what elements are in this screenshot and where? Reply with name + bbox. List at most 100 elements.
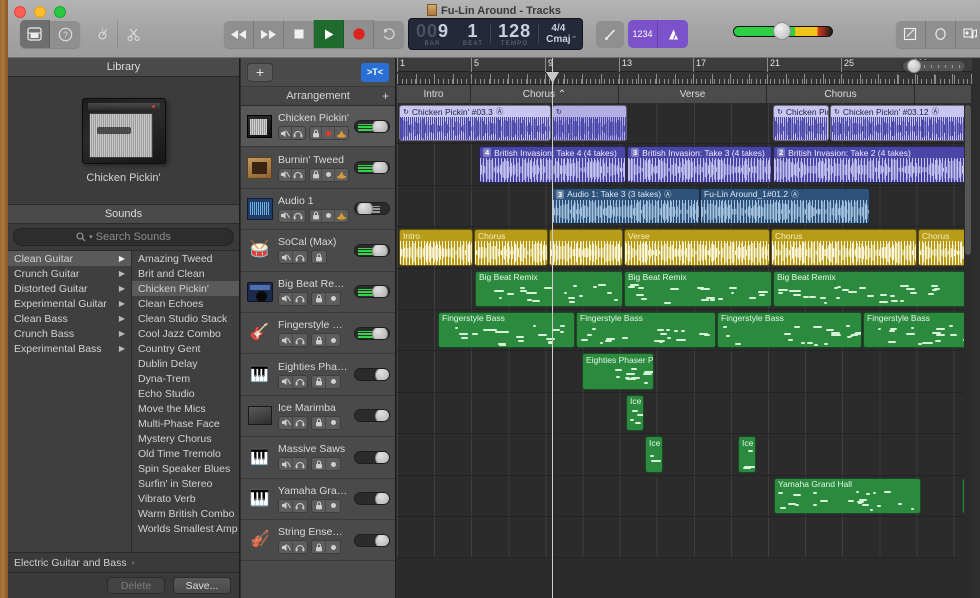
track-volume-fader[interactable]: [354, 534, 390, 547]
lock-icon[interactable]: [310, 169, 323, 181]
library-patch-item[interactable]: Dyna-Trem: [132, 371, 239, 386]
record-button[interactable]: [344, 20, 374, 48]
library-category-item[interactable]: Experimental Bass▶: [8, 341, 131, 356]
region[interactable]: Eighties Phaser Pul: [582, 353, 654, 389]
library-category-column[interactable]: Clean Guitar▶Crunch Guitar▶Distorted Gui…: [8, 251, 132, 552]
help-button[interactable]: ?: [50, 20, 80, 48]
mute-icon[interactable]: [279, 127, 292, 139]
region[interactable]: Verse: [624, 229, 770, 265]
region[interactable]: Fingerstyle Bass: [576, 312, 716, 348]
library-patch-item[interactable]: Clean Echoes: [132, 296, 239, 311]
arrangement-marker[interactable]: Intro: [397, 85, 471, 103]
lock-icon[interactable]: [312, 500, 326, 512]
arrangement-marker[interactable]: Verse: [619, 85, 767, 103]
record-enable-icon[interactable]: [326, 376, 340, 388]
solo-icon[interactable]: [293, 500, 307, 512]
library-patch-item[interactable]: Spin Speaker Blues: [132, 461, 239, 476]
library-button[interactable]: [20, 20, 50, 48]
track-lane[interactable]: 3Audio 1: Take 3 (3 takes)ⒶFu-Lin Around…: [397, 186, 972, 227]
track-lane[interactable]: ↻Chicken Pickin' #03.3Ⓐ↻↻Chicken Pickin'…: [397, 103, 972, 144]
play-button[interactable]: [314, 20, 344, 48]
track-volume-fader[interactable]: [354, 451, 390, 464]
library-category-item[interactable]: Experimental Guitar▶: [8, 296, 131, 311]
track-header-eighties-phaser-pulse[interactable]: 🎹Eighties Phaser Pulse: [241, 354, 395, 395]
library-patch-item[interactable]: Old Time Tremolo: [132, 446, 239, 461]
lock-icon[interactable]: [312, 458, 326, 470]
region[interactable]: Intro: [399, 229, 473, 265]
library-patch-item[interactable]: Chicken Pickin': [132, 281, 239, 296]
lock-icon[interactable]: [312, 376, 326, 388]
region[interactable]: Chorus: [771, 229, 917, 265]
region[interactable]: Big Beat Remix: [773, 271, 972, 307]
solo-icon[interactable]: [293, 251, 307, 263]
track-lane[interactable]: Fingerstyle BassFingerstyle BassFingerst…: [397, 310, 972, 351]
region[interactable]: ↻: [552, 105, 627, 141]
track-stacks-button[interactable]: >T<: [361, 63, 389, 82]
library-category-item[interactable]: Crunch Guitar▶: [8, 266, 131, 281]
region[interactable]: Ice: [645, 436, 663, 472]
region[interactable]: Fingerstyle Bass: [863, 312, 972, 348]
mute-icon[interactable]: [279, 251, 293, 263]
track-header-massive-saws[interactable]: 🎹Massive Saws: [241, 437, 395, 478]
region[interactable]: Big Beat Remix: [475, 271, 623, 307]
fader-knob[interactable]: [372, 327, 388, 340]
record-enable-icon[interactable]: [326, 458, 340, 470]
track-volume-fader[interactable]: [354, 492, 390, 505]
loop-browser-button[interactable]: [926, 20, 956, 48]
metronome-toggle-button[interactable]: [658, 20, 688, 48]
metronome-button[interactable]: [88, 20, 118, 48]
mute-icon[interactable]: [279, 417, 293, 429]
stop-button[interactable]: [284, 20, 314, 48]
track-header-string-ensemble[interactable]: 🎻String Ensemble: [241, 520, 395, 561]
fader-knob[interactable]: [375, 451, 390, 464]
track-header-burnin-tweed[interactable]: Burnin' Tweed: [241, 147, 395, 188]
cycle-loop-button[interactable]: [374, 20, 404, 48]
solo-icon[interactable]: [293, 417, 307, 429]
lock-icon[interactable]: [312, 334, 326, 346]
track-volume-fader[interactable]: [354, 202, 390, 215]
library-patch-item[interactable]: Warm British Combo: [132, 506, 239, 521]
region[interactable]: Yamaha Grand Hall: [774, 478, 921, 514]
track-volume-fader[interactable]: [354, 327, 390, 340]
mute-icon[interactable]: [279, 458, 293, 470]
track-header-audio-1[interactable]: Audio 1: [241, 189, 395, 230]
track-volume-fader[interactable]: [354, 368, 390, 381]
input-monitor-icon[interactable]: [335, 169, 348, 181]
count-in-button[interactable]: 1234: [628, 20, 658, 48]
library-patch-item[interactable]: Country Gent: [132, 341, 239, 356]
track-lane[interactable]: IntroChorusVerseChorusChorus: [397, 227, 972, 268]
track-volume-fader[interactable]: [354, 244, 390, 257]
library-path-bar[interactable]: Electric Guitar and Bass ›: [8, 552, 239, 572]
library-patch-item[interactable]: Worlds Smallest Amp: [132, 521, 239, 536]
solo-icon[interactable]: [293, 376, 307, 388]
region[interactable]: ↻Chicken Pickin' #03.3Ⓐ: [399, 105, 551, 141]
arrangement-marker[interactable]: [915, 85, 972, 103]
fader-knob[interactable]: [372, 161, 388, 174]
solo-icon[interactable]: [293, 541, 307, 553]
fast-forward-button[interactable]: [254, 20, 284, 48]
track-lane[interactable]: Yamaha Grand HallYar: [397, 476, 972, 517]
track-header-yamaha-grand-hall[interactable]: 🎹Yamaha Grand Hall: [241, 479, 395, 520]
chevron-down-icon[interactable]: ⌄: [570, 30, 578, 41]
solo-icon[interactable]: [292, 169, 305, 181]
region[interactable]: Fingerstyle Bass: [438, 312, 575, 348]
library-category-item[interactable]: Clean Bass▶: [8, 311, 131, 326]
scissors-button[interactable]: [118, 20, 148, 48]
fader-knob[interactable]: [375, 534, 390, 547]
record-enable-icon[interactable]: [322, 210, 335, 222]
notes-button[interactable]: [896, 20, 926, 48]
fader-knob[interactable]: [375, 409, 390, 422]
zoom-slider-knob[interactable]: [907, 59, 921, 73]
solo-icon[interactable]: [292, 127, 305, 139]
library-patch-item[interactable]: Echo Studio: [132, 386, 239, 401]
solo-icon[interactable]: [293, 334, 307, 346]
input-monitor-icon[interactable]: [335, 210, 348, 222]
track-lane[interactable]: Eighties Phaser Pul: [397, 351, 972, 392]
track-header-ice-marimba[interactable]: Ice Marimba: [241, 396, 395, 437]
track-volume-fader[interactable]: [354, 409, 390, 422]
fader-knob[interactable]: [357, 202, 373, 215]
region[interactable]: 2British Invasion: Take 2 (4 takes): [773, 146, 972, 182]
track-lane[interactable]: [397, 517, 972, 558]
library-patch-item[interactable]: Move the Mics: [132, 401, 239, 416]
mute-icon[interactable]: [279, 210, 292, 222]
